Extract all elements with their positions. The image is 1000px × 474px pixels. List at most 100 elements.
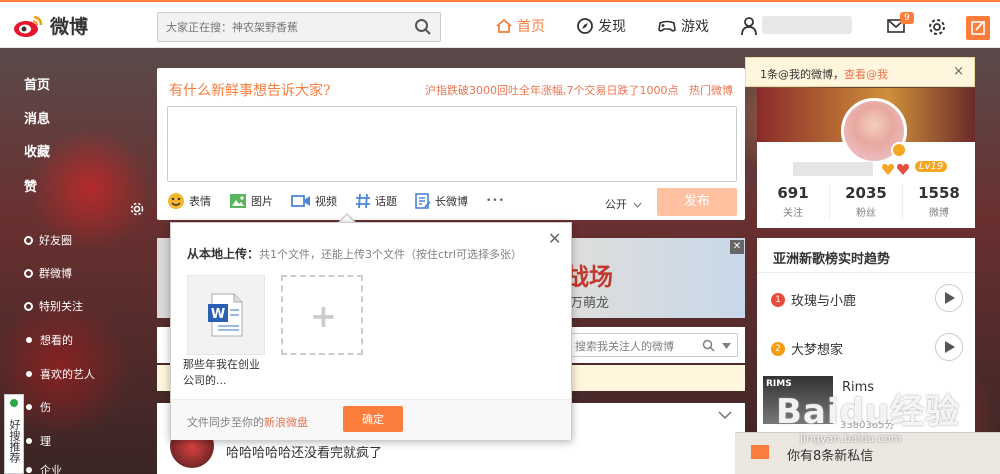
- hot-news-link[interactable]: 沪指跌破3000回吐全年涨幅,7个交易日跌了1000点: [425, 84, 678, 97]
- upload-popup: ✕ 从本地上传：共1个文件，还能上传3个文件（按住ctrl可选择多张） W 那些…: [170, 222, 572, 440]
- more-tools-button[interactable]: •••: [486, 192, 505, 210]
- rank-badge: 2: [771, 341, 785, 356]
- trend-title: 亚洲新歌榜实时趋势: [773, 252, 891, 267]
- stat-followers[interactable]: 2035 粉丝: [830, 184, 903, 219]
- video-tool[interactable]: 视频: [291, 192, 337, 210]
- uploaded-file-thumbnail[interactable]: W: [187, 275, 265, 355]
- publish-button[interactable]: 发布: [657, 188, 737, 216]
- popup-close-button[interactable]: ✕: [548, 229, 561, 248]
- ad-close-button[interactable]: ✕: [730, 240, 744, 254]
- upload-info: 共1个文件，还能上传3个文件（按住ctrl可选择多张）: [259, 248, 522, 261]
- level-badge[interactable]: Lv19: [915, 161, 948, 172]
- sidebar-group-item[interactable]: 伤: [24, 399, 51, 415]
- publisher-textarea[interactable]: [167, 106, 737, 182]
- notice-close-button[interactable]: ×: [953, 64, 964, 79]
- ad-title: 战场: [565, 262, 613, 291]
- sidebar-group-friends[interactable]: 好友圈: [24, 232, 72, 248]
- nav-discover-label: 发现: [598, 19, 626, 35]
- emoji-tool[interactable]: 表情: [167, 192, 211, 210]
- mention-notice: 1条@我的微博，查看@我 ×: [745, 57, 975, 87]
- sidebar-home[interactable]: 首页: [24, 74, 50, 93]
- stat-weibo[interactable]: 1558 微博: [903, 184, 975, 219]
- group-label: 伤: [40, 401, 51, 414]
- play-button[interactable]: [935, 284, 963, 312]
- profile-stats: 691 关注 2035 粉丝 1558 微博: [757, 184, 975, 219]
- song-title: 玫瑰与小鹿: [791, 294, 857, 309]
- sidebar-group-special[interactable]: 特别关注: [24, 298, 83, 314]
- video-tool-label: 视频: [315, 195, 337, 208]
- hot-weibo-link[interactable]: 热门微博: [689, 84, 733, 97]
- chevron-down-icon[interactable]: [718, 410, 732, 420]
- stat-number: 1558: [918, 184, 960, 202]
- search-icon[interactable]: [702, 339, 715, 352]
- stat-number: 691: [777, 184, 809, 202]
- song-item[interactable]: 2 大梦想家: [771, 339, 843, 358]
- long-weibo-tool-label: 长微博: [435, 195, 468, 208]
- song-title: 大梦想家: [791, 343, 844, 358]
- confirm-button[interactable]: 确定: [343, 406, 403, 432]
- caret-down-icon[interactable]: [722, 343, 731, 349]
- file-name-line1: 那些年我在创业: [183, 358, 260, 371]
- profile-name-blurred[interactable]: [793, 162, 873, 176]
- sync-text: 文件同步至你的新浪微盘: [187, 414, 308, 430]
- feed-search-input[interactable]: 搜索我关注人的微博: [566, 333, 738, 357]
- user-icon[interactable]: [740, 16, 758, 36]
- svg-text:W: W: [211, 307, 225, 322]
- emoji-tool-label: 表情: [189, 195, 211, 208]
- sidebar-group-artists[interactable]: 喜欢的艺人: [24, 366, 95, 382]
- ad-subtitle: 万萌龙: [570, 296, 610, 311]
- search-icon[interactable]: [414, 18, 432, 36]
- nav-discover[interactable]: 发现: [576, 16, 626, 36]
- publisher-box: 有什么新鲜事想告诉大家? 沪指跌破3000回吐全年涨幅,7个交易日跌了1000点…: [157, 68, 745, 220]
- plus-icon: +: [310, 297, 337, 335]
- sidebar-settings-icon[interactable]: [130, 202, 144, 216]
- play-button[interactable]: [935, 333, 963, 361]
- compose-button[interactable]: [966, 16, 990, 40]
- group-label: 群微博: [39, 267, 72, 280]
- publisher-title: 有什么新鲜事想告诉大家?: [169, 83, 331, 99]
- mail-icon: [751, 445, 769, 459]
- post-text: 哈哈哈哈哈还没看完就疯了: [226, 446, 383, 461]
- baidu-watermark: Baidu经验: [776, 392, 961, 432]
- sidebar-likes[interactable]: 赞: [24, 176, 37, 195]
- bullet-icon: [26, 438, 32, 444]
- more-dots: •••: [486, 196, 505, 206]
- sidebar-group-item[interactable]: 企业: [24, 462, 62, 474]
- song-item[interactable]: 1 玫瑰与小鹿: [771, 290, 856, 309]
- ring-icon: [24, 301, 33, 311]
- nav-games[interactable]: 游戏: [657, 16, 709, 36]
- nav-home[interactable]: 首页: [495, 16, 545, 36]
- heart-badge-icon: [882, 163, 909, 175]
- sina-disk-link[interactable]: 新浪微盘: [264, 416, 308, 429]
- settings-gear-icon[interactable]: [928, 18, 946, 36]
- global-search-input[interactable]: [158, 13, 398, 41]
- sidebar-group-group-weibo[interactable]: 群微博: [24, 265, 72, 281]
- sidebar-group-want-watch[interactable]: 想看的: [24, 332, 73, 348]
- feed-search-placeholder: 搜索我关注人的微博: [575, 340, 674, 353]
- stat-following[interactable]: 691 关注: [757, 184, 830, 219]
- good-recommend-tab[interactable]: 好搜推荐: [4, 394, 24, 474]
- sidebar-group-item[interactable]: 理: [24, 433, 51, 449]
- view-mentions-link[interactable]: 查看@我: [844, 68, 888, 81]
- group-label: 理: [40, 435, 51, 448]
- topic-tool[interactable]: 话题: [355, 192, 397, 210]
- word-doc-icon: W: [208, 293, 243, 337]
- sidebar-messages[interactable]: 消息: [24, 108, 50, 127]
- username-blurred[interactable]: [762, 16, 852, 34]
- visibility-select[interactable]: 公开: [605, 196, 642, 212]
- image-tool[interactable]: 图片: [229, 192, 273, 210]
- sidebar-favorites[interactable]: 收藏: [24, 141, 50, 160]
- visibility-label: 公开: [605, 198, 627, 211]
- bullet-icon: [26, 404, 32, 410]
- upload-heading-title: 从本地上传：: [187, 247, 260, 261]
- group-label: 企业: [40, 464, 62, 474]
- gamepad-icon: [658, 20, 676, 32]
- chevron-down-icon: [633, 202, 641, 208]
- add-file-button[interactable]: +: [281, 275, 363, 355]
- publisher-hot-topic: 沪指跌破3000回吐全年涨幅,7个交易日跌了1000点 热门微博: [425, 82, 733, 98]
- global-search-box: [157, 12, 441, 42]
- weibo-logo[interactable]: 微博: [12, 12, 88, 39]
- long-weibo-tool[interactable]: 长微博: [415, 192, 468, 210]
- bullet-icon: [26, 467, 32, 473]
- sync-text-prefix: 文件同步至你的: [187, 416, 264, 429]
